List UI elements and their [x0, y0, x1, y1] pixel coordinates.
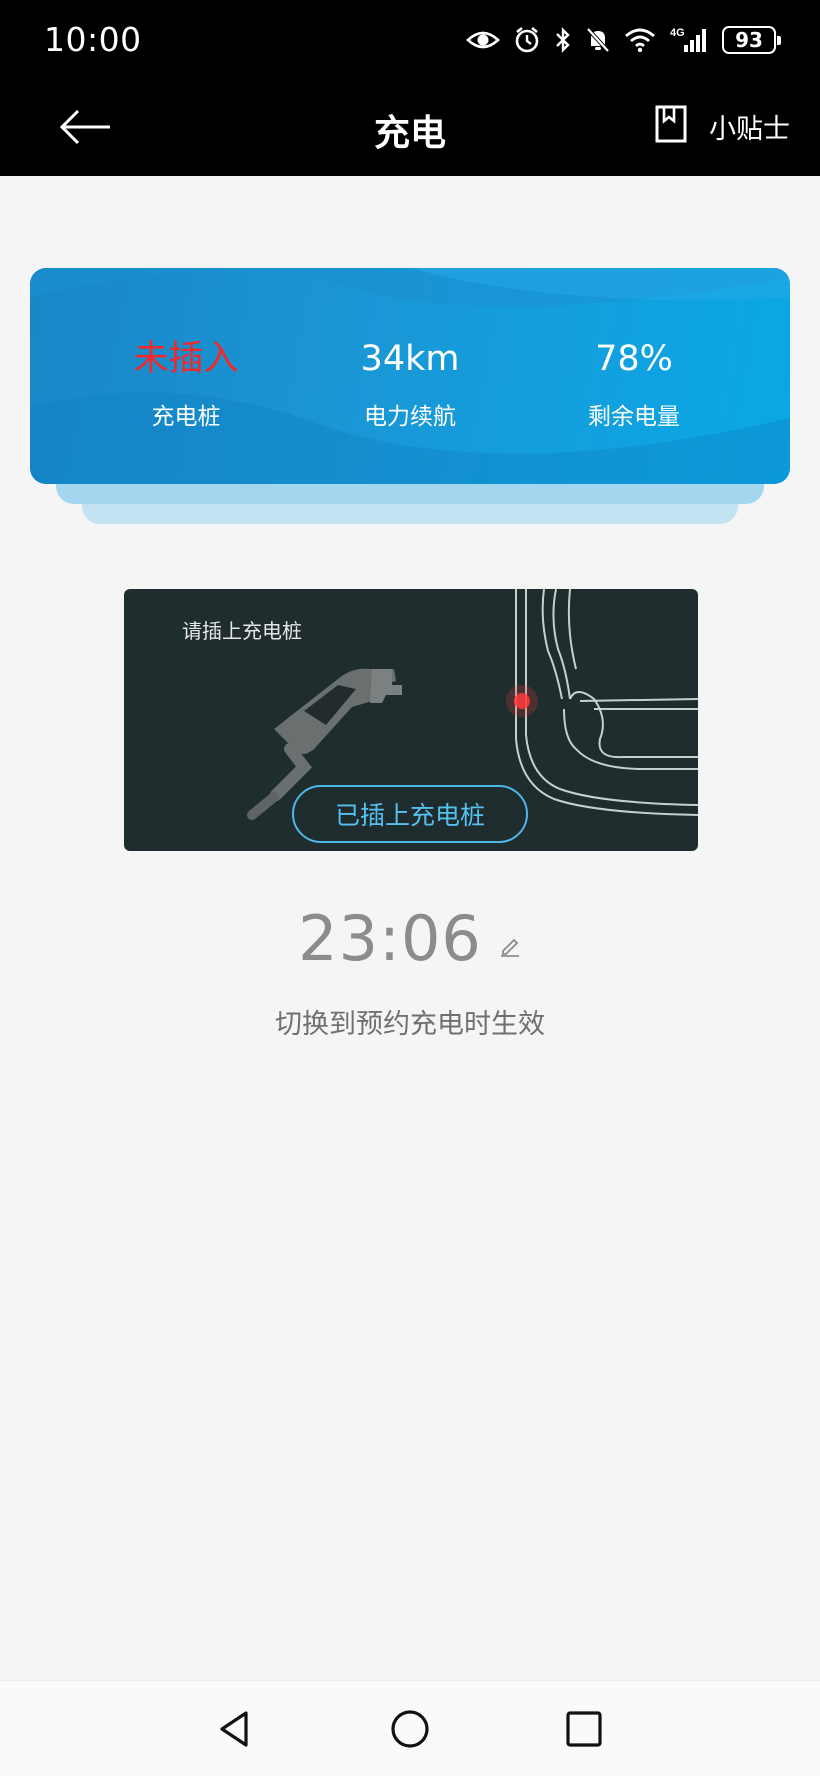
eye-icon: [466, 28, 500, 52]
battery-value: 78%: [595, 339, 673, 379]
schedule-note: 切换到预约充电时生效: [275, 1009, 545, 1040]
battery-label: 剩余电量: [588, 403, 680, 430]
mute-bell-icon: [586, 26, 610, 54]
system-nav-bar: [0, 1680, 820, 1776]
plug-status: 未插入 充电桩: [66, 340, 306, 431]
nav-back-button[interactable]: [212, 1705, 260, 1753]
tips-label: 小贴士: [709, 113, 790, 145]
charging-screen: 10:00 4G 93 充电 小贴士 未插入 充电桩 34km 电力续航 78%…: [0, 0, 820, 1776]
triangle-back-icon: [212, 1711, 260, 1757]
schedule-time-row[interactable]: 23:06: [298, 908, 522, 970]
bluetooth-icon: [554, 26, 572, 54]
battery-stat: 78% 剩余电量: [514, 340, 754, 431]
range-label: 电力续航: [364, 403, 456, 430]
wifi-icon: [624, 27, 656, 53]
bookmark-icon: [655, 105, 687, 147]
svg-text:4G: 4G: [670, 27, 685, 39]
plug-status-value: 未插入: [133, 339, 239, 379]
plugged-in-button[interactable]: 已插上充电桩: [292, 785, 528, 843]
nav-home-button[interactable]: [386, 1705, 434, 1753]
range-value: 34km: [360, 339, 460, 379]
charging-status-card: 未插入 充电桩 34km 电力续航 78% 剩余电量: [30, 268, 790, 524]
circle-home-icon: [386, 1710, 434, 1757]
app-bar: 充电 小贴士: [0, 78, 820, 176]
alarm-icon: [514, 26, 540, 54]
schedule-time[interactable]: 23:06: [298, 908, 482, 970]
square-recents-icon: [560, 1711, 608, 1757]
back-button[interactable]: [58, 102, 116, 152]
status-card: 未插入 充电桩 34km 电力续航 78% 剩余电量: [30, 268, 790, 484]
schedule-time-section: 23:06: [0, 908, 820, 970]
tips-button[interactable]: 小贴士: [655, 100, 790, 152]
signal-4g-icon: 4G: [670, 26, 708, 54]
status-time: 10:00: [44, 20, 142, 59]
nav-recents-button[interactable]: [560, 1705, 608, 1753]
arrow-left-icon: [58, 109, 116, 156]
plug-in-illustration: 请插上充电桩 已插上充电桩: [124, 589, 698, 851]
plug-status-label: 充电桩: [151, 403, 221, 430]
battery-icon: 93: [722, 26, 781, 54]
status-bar: 10:00 4G 93: [0, 0, 820, 78]
plug-in-prompt: 请插上充电桩: [182, 619, 302, 643]
pencil-icon[interactable]: [498, 934, 522, 962]
range-stat: 34km 电力续航: [290, 340, 530, 431]
status-icons: 4G 93: [466, 22, 781, 58]
